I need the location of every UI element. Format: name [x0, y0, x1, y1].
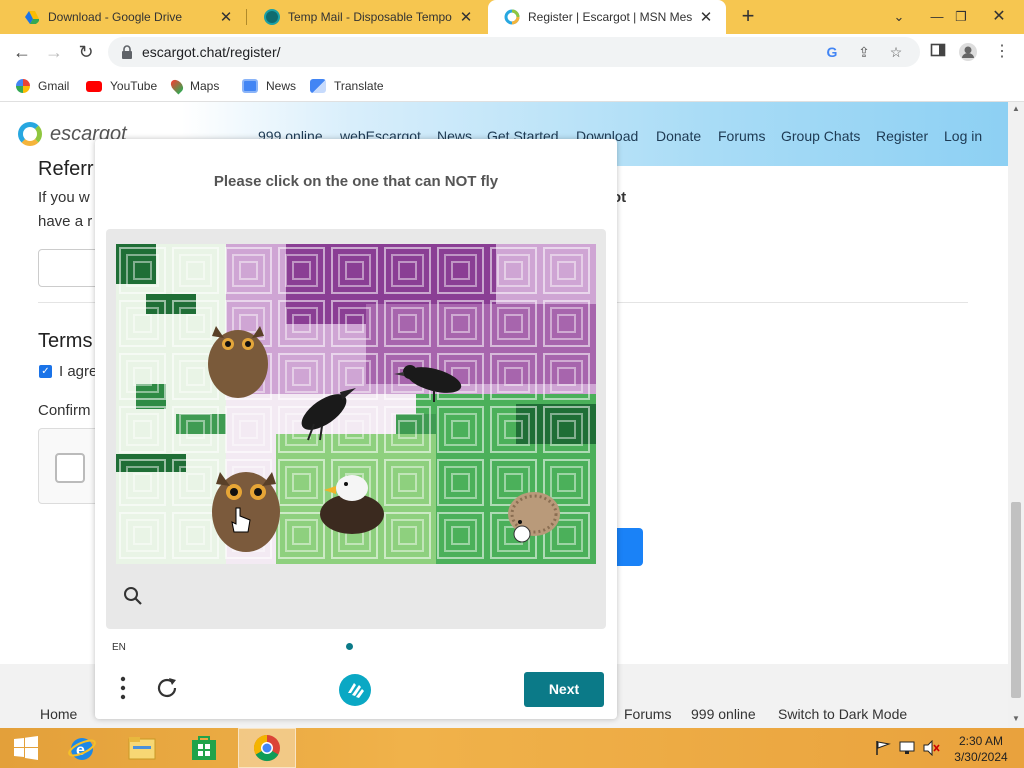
- news-icon: [242, 79, 258, 93]
- escargot-icon: [504, 9, 520, 25]
- url-text: escargot.chat/register/: [142, 44, 281, 60]
- bookmark-label: Translate: [334, 79, 384, 93]
- terms-heading: Terms: [38, 330, 93, 352]
- profile-avatar-icon[interactable]: [958, 42, 978, 62]
- page-scrollbar[interactable]: ▲ ▼: [1008, 102, 1024, 728]
- owl-1[interactable]: [208, 326, 268, 398]
- tab-title: Download - Google Drive: [48, 10, 183, 24]
- agree-checkbox[interactable]: ✓: [39, 365, 52, 378]
- agree-label: I agre: [59, 363, 98, 380]
- clock-time: 2:30 AM: [958, 734, 1004, 748]
- tab-google-drive[interactable]: Download - Google Drive ✕: [8, 0, 246, 34]
- address-bar[interactable]: escargot.chat/register/ G ⇪ ☆: [108, 37, 920, 67]
- nav-link-donate[interactable]: Donate: [656, 128, 701, 144]
- bookmark-label: Gmail: [38, 79, 70, 93]
- temp-mail-icon: [264, 9, 280, 25]
- close-tab-icon[interactable]: ✕: [698, 8, 714, 26]
- captcha-panel: [106, 229, 606, 629]
- tab-escargot-register[interactable]: Register | Escargot | MSN Messer ✕: [488, 0, 726, 34]
- tab-search-chevron-icon[interactable]: ⌄: [884, 0, 914, 34]
- clock-date: 3/30/2024: [954, 750, 1008, 764]
- nav-link-register[interactable]: Register: [876, 128, 928, 144]
- network-icon[interactable]: [898, 740, 916, 756]
- tab-title: Register | Escargot | MSN Messer: [528, 10, 692, 24]
- start-button[interactable]: [0, 728, 52, 768]
- close-tab-icon[interactable]: ✕: [458, 8, 474, 26]
- hcaptcha-checkbox[interactable]: [55, 453, 85, 483]
- windows-taskbar: e 2:30 AM 3/30/2024: [0, 728, 1024, 768]
- kebab-menu-icon[interactable]: ⋮: [992, 42, 1012, 62]
- tab-divider: [246, 9, 247, 25]
- google-drive-icon: [25, 11, 39, 24]
- bookmark-label: Maps: [190, 79, 220, 93]
- selection-marker: [513, 525, 531, 543]
- share-icon[interactable]: ⇪: [854, 42, 874, 62]
- footer-link-dark-mode[interactable]: Switch to Dark Mode: [778, 706, 907, 722]
- escargot-logo-icon: [18, 122, 42, 146]
- bookmark-youtube[interactable]: YouTube: [86, 76, 157, 96]
- store-icon[interactable]: [178, 728, 230, 768]
- close-window-icon[interactable]: ✕: [984, 0, 1014, 34]
- zoom-search-icon[interactable]: [123, 586, 143, 606]
- restore-icon[interactable]: ❐: [946, 0, 976, 34]
- tab-title: Temp Mail - Disposable Tempora: [288, 10, 452, 24]
- action-center-flag-icon[interactable]: [874, 740, 892, 756]
- captcha-refresh-icon[interactable]: [155, 676, 179, 700]
- bookmarks-bar: Gmail YouTube Maps News Translate: [0, 70, 1024, 102]
- bookmark-label: News: [266, 79, 297, 93]
- windows-logo-icon: [14, 736, 38, 760]
- nav-link-forums[interactable]: Forums: [718, 128, 765, 144]
- maps-icon: [168, 77, 186, 95]
- scroll-up-icon[interactable]: ▲: [1008, 104, 1024, 113]
- youtube-icon: [86, 80, 102, 92]
- page-indicator-dot: [346, 643, 353, 650]
- referral-text: If you w: [38, 189, 90, 206]
- bookmark-star-icon[interactable]: ☆: [886, 42, 906, 62]
- referral-heading: Referr: [38, 158, 94, 180]
- file-explorer-icon[interactable]: [116, 728, 168, 768]
- google-lens-icon[interactable]: G: [822, 42, 842, 62]
- chrome-icon[interactable]: [238, 728, 296, 768]
- footer-link-forums[interactable]: Forums: [624, 706, 671, 722]
- captcha-menu-icon[interactable]: [115, 675, 131, 701]
- captcha-prompt: Please click on the one that can NOT fly: [213, 173, 499, 190]
- bookmark-label: YouTube: [110, 79, 158, 93]
- back-arrow-icon[interactable]: ←: [8, 38, 36, 66]
- hcaptcha-logo-icon: [339, 674, 371, 706]
- bookmark-news[interactable]: News: [242, 76, 296, 96]
- browser-toolbar: ← → ↻ escargot.chat/register/ G ⇪ ☆ ⋮: [0, 34, 1024, 70]
- bookmark-translate[interactable]: Translate: [310, 76, 384, 96]
- owl-2[interactable]: [212, 472, 280, 552]
- nav-link-login[interactable]: Log in: [944, 128, 982, 144]
- footer-link-online[interactable]: 999 online: [691, 706, 756, 722]
- translate-icon: [310, 79, 326, 93]
- system-clock[interactable]: 2:30 AM 3/30/2024: [948, 733, 1014, 765]
- confirm-label: Confirm: [38, 402, 91, 419]
- forward-arrow-icon[interactable]: →: [40, 38, 68, 66]
- volume-muted-icon[interactable]: [922, 740, 940, 756]
- lock-icon: [122, 45, 132, 59]
- next-button[interactable]: Next: [524, 672, 604, 707]
- captcha-image[interactable]: [116, 244, 596, 564]
- gmail-icon: [16, 79, 30, 93]
- scroll-down-icon[interactable]: ▼: [1008, 714, 1024, 723]
- side-panel-icon[interactable]: [928, 42, 948, 62]
- nav-link-group-chats[interactable]: Group Chats: [781, 128, 860, 144]
- reload-icon[interactable]: ↻: [72, 38, 100, 66]
- language-selector[interactable]: EN: [112, 642, 126, 653]
- tab-strip: Download - Google Drive ✕ Temp Mail - Di…: [0, 0, 1024, 34]
- internet-explorer-icon[interactable]: e: [56, 728, 108, 768]
- footer-link-home[interactable]: Home: [40, 706, 77, 722]
- new-tab-button[interactable]: +: [736, 4, 760, 30]
- tab-temp-mail[interactable]: Temp Mail - Disposable Tempora ✕: [248, 0, 486, 34]
- captcha-challenge-dialog: Please click on the one that can NOT fly: [95, 139, 617, 719]
- scrollbar-thumb[interactable]: [1011, 502, 1021, 698]
- bookmark-maps[interactable]: Maps: [168, 76, 220, 96]
- referral-text-line2: have a r: [38, 213, 93, 230]
- bookmark-gmail[interactable]: Gmail: [16, 76, 69, 96]
- close-tab-icon[interactable]: ✕: [218, 8, 234, 26]
